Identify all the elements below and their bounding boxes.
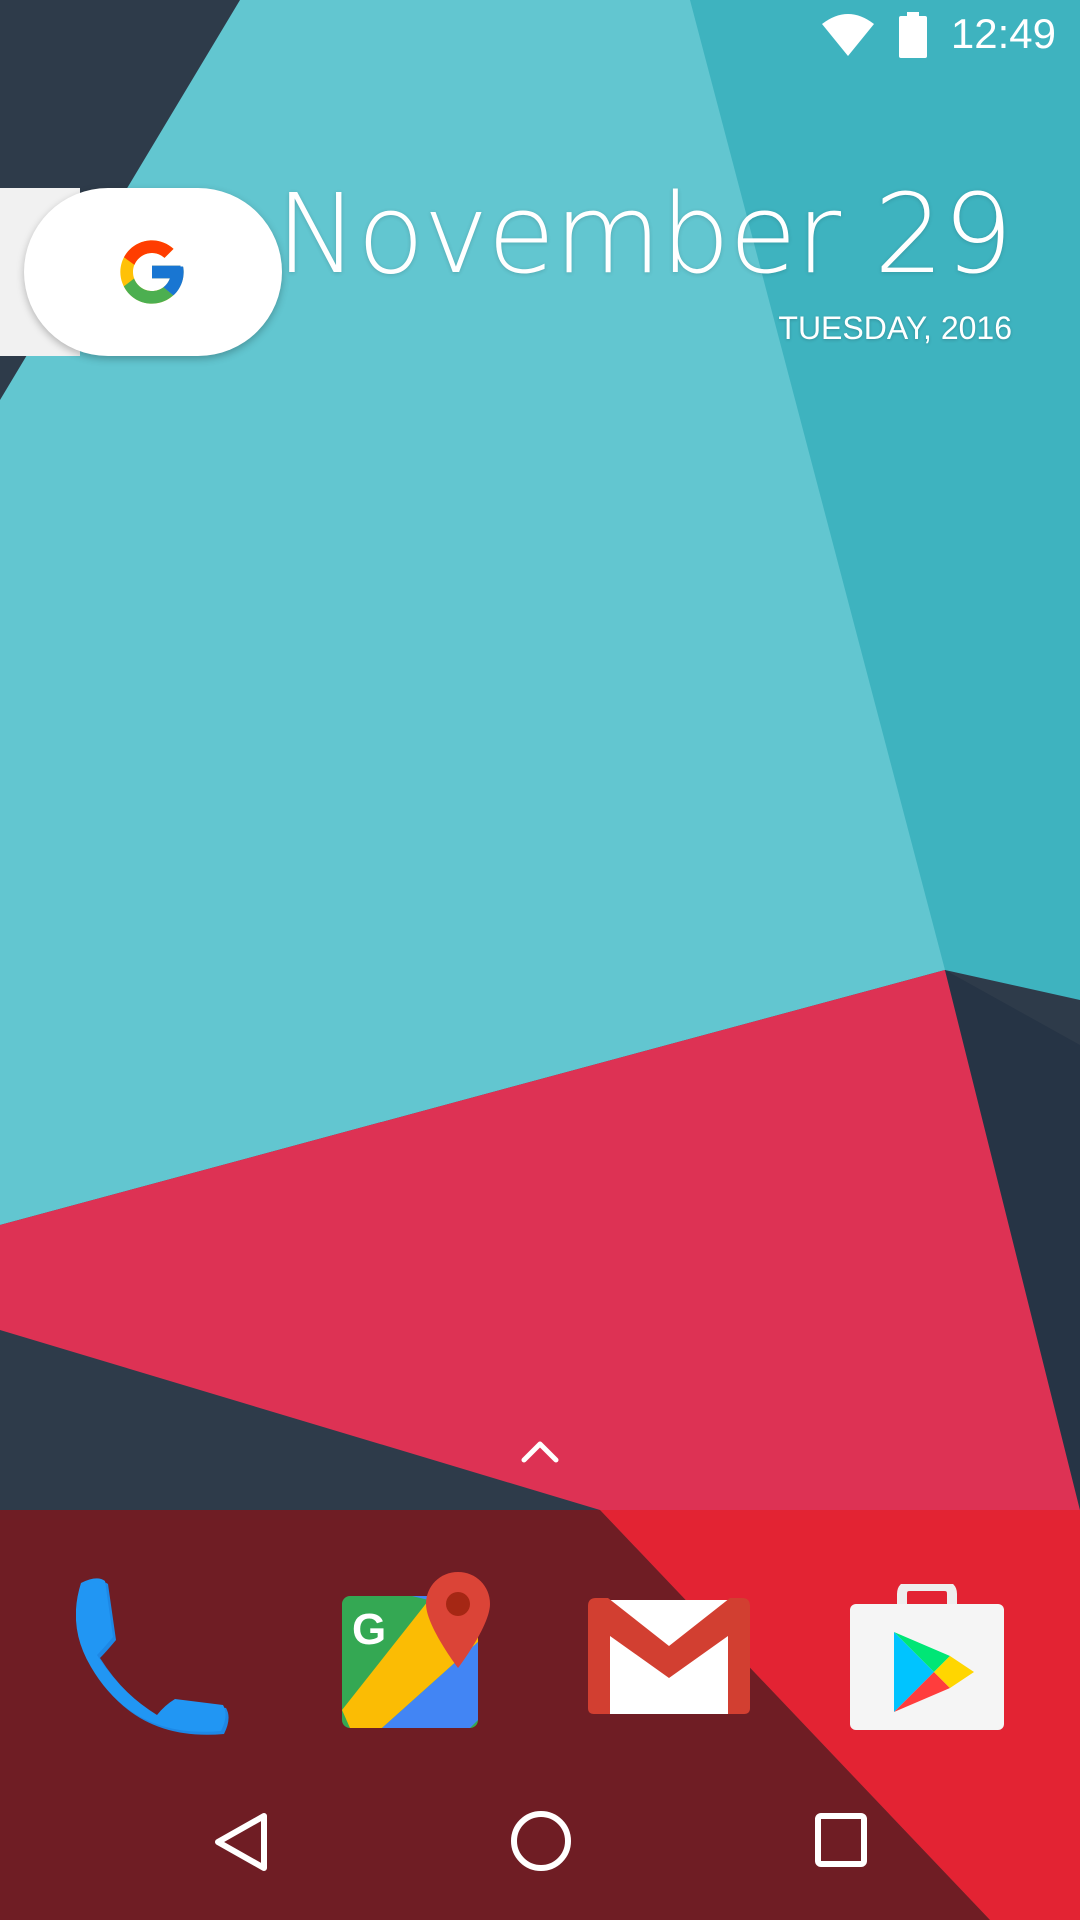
svg-text:G: G	[352, 1605, 386, 1654]
app-drawer-chevron-icon[interactable]	[520, 1438, 560, 1464]
battery-icon	[899, 12, 927, 58]
clock-time: 12:49	[950, 10, 1056, 57]
date-subtitle: TUESDAY, 2016	[778, 310, 1012, 346]
recents-icon[interactable]	[814, 1812, 868, 1868]
status-bar: 12:49	[0, 0, 1080, 72]
google-g-icon	[120, 240, 184, 304]
maps-icon[interactable]: G	[342, 1572, 494, 1728]
back-icon[interactable]	[210, 1810, 272, 1874]
gmail-icon[interactable]	[588, 1596, 750, 1714]
wifi-icon	[822, 14, 874, 56]
home-icon[interactable]	[508, 1808, 574, 1874]
phone-icon[interactable]	[76, 1578, 230, 1738]
navigation-bar	[0, 1770, 1080, 1920]
dock: G	[0, 1510, 1080, 1750]
play-store-icon[interactable]	[850, 1584, 1004, 1730]
home-screen: 12:49 November 29 TUESDAY, 2016 G	[0, 0, 1080, 1920]
date-title[interactable]: November 29	[276, 170, 1013, 298]
